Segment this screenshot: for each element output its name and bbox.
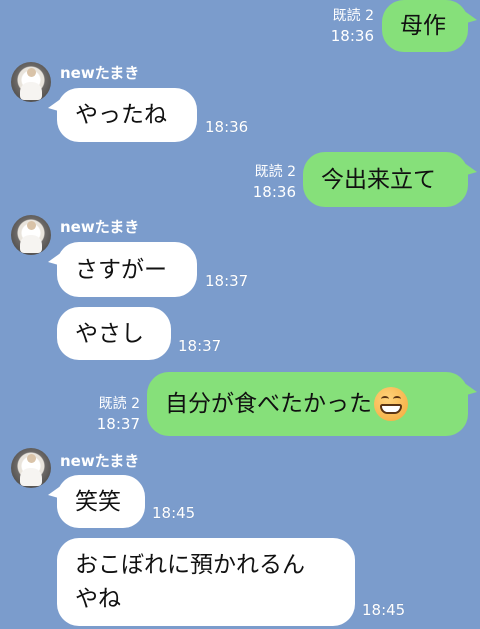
read-count: 既読 2 [254,164,296,180]
contact-name: newたまき [60,452,140,470]
message-bubble-incoming[interactable]: やったね [48,88,197,142]
message-time: 18:36 [205,118,249,136]
message-bubble-outgoing[interactable]: 今出来立て [303,152,477,207]
message-time: 18:37 [96,415,140,433]
read-count: 既読 2 [98,396,140,412]
message-time: 18:45 [152,504,196,522]
avatar[interactable] [11,62,51,102]
message-bubble-outgoing[interactable]: 自分が食べたかった [147,372,477,436]
message-bubble-incoming[interactable]: 笑笑 [48,475,145,528]
message-time: 18:37 [178,337,222,355]
message-text: やったね [75,102,167,128]
grinning-face-icon [374,387,408,421]
message-time: 18:36 [252,183,296,201]
message-text: 母作 [400,13,446,39]
message-bubble-incoming[interactable]: さすがー [48,242,197,297]
message-time: 18:45 [362,601,406,619]
avatar[interactable] [11,215,51,255]
read-receipt: 既読 2 18:36 [244,162,296,202]
message-text: 自分が食べたかった [165,391,372,417]
message-text: さすがー [75,256,167,283]
message-text: 笑笑 [75,488,121,515]
message-time: 18:36 [330,27,374,45]
contact-name: newたまき [60,64,140,82]
message-bubble-outgoing[interactable]: 母作 [382,0,477,52]
message-text: 今出来立て [321,166,436,193]
message-bubble-incoming[interactable]: やさし [57,307,171,360]
read-count: 既読 2 [332,8,374,24]
contact-name: newたまき [60,218,140,236]
read-receipt: 既読 2 18:36 [322,6,374,46]
message-text: やさし [75,320,144,347]
avatar[interactable] [11,448,51,488]
message-time: 18:37 [205,272,249,290]
read-receipt: 既読 2 18:37 [88,394,140,434]
message-text-line: やね [75,586,121,612]
message-text-line: おこぼれに預かれるん [75,552,305,578]
message-bubble-incoming[interactable]: おこぼれに預かれるん やね [57,538,355,626]
